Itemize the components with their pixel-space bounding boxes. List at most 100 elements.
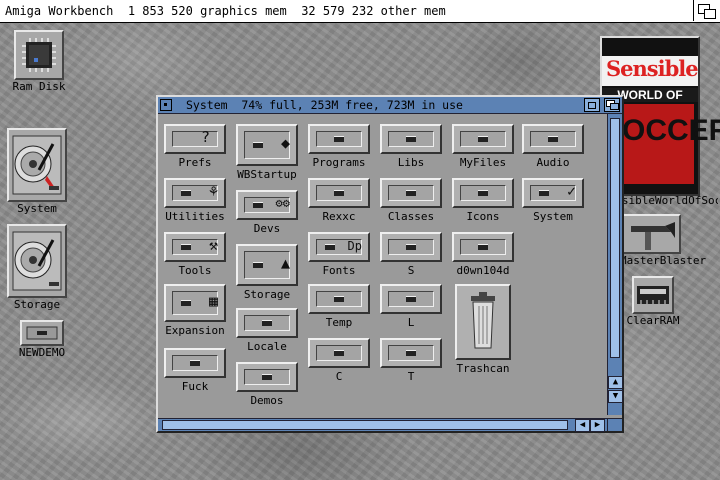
- scroll-up-icon[interactable]: ▲: [608, 376, 623, 389]
- drawer-icon: [380, 284, 442, 314]
- drawer-label: System: [533, 210, 573, 223]
- vertical-scroll-knob[interactable]: [610, 118, 620, 358]
- close-gadget-icon[interactable]: [160, 99, 172, 111]
- window-title: System 74% full, 253M free, 723M in use: [186, 98, 463, 112]
- drawer-label: Trashcan: [456, 362, 510, 375]
- drawer-icon: [236, 362, 298, 392]
- drawer-label: C: [335, 370, 343, 383]
- screen-depth-gadget[interactable]: [693, 0, 720, 21]
- drawer-icon: [522, 124, 584, 154]
- clearram-label: ClearRAM: [626, 314, 680, 327]
- newdemo-icon[interactable]: NEWDEMO: [14, 320, 70, 359]
- drawer-locale[interactable]: Locale: [236, 308, 298, 353]
- window-title-bar[interactable]: System 74% full, 253M free, 723M in use: [158, 97, 622, 114]
- drawer-label: Programs: [312, 156, 366, 169]
- drawer-icon: [308, 124, 370, 154]
- ram-disk-icon[interactable]: Ram Disk: [10, 30, 68, 93]
- drawer-label: Storage: [243, 288, 291, 301]
- drawer-prefs[interactable]: ? Prefs: [164, 124, 226, 169]
- drawer-label: Icons: [466, 210, 500, 223]
- drawer-icon: [380, 178, 442, 208]
- drawer-label: d0wn104d: [456, 264, 510, 277]
- drawer-storage[interactable]: ▲ Storage: [236, 244, 298, 301]
- drawer-label: Audio: [536, 156, 570, 169]
- screen-title-bar[interactable]: Amiga Workbench 1 853 520 graphics mem 3…: [0, 0, 720, 23]
- harddisk-icon: [7, 128, 67, 202]
- drawer-l[interactable]: L: [380, 284, 442, 329]
- zoom-gadget-icon[interactable]: [584, 98, 600, 112]
- scroll-left-icon[interactable]: ◀: [575, 419, 590, 432]
- system-check-icon: ✓: [522, 178, 584, 208]
- drawer-fonts[interactable]: Dp Fonts: [308, 232, 370, 277]
- trashcan[interactable]: Trashcan: [452, 284, 514, 375]
- horizontal-scrollbar[interactable]: ◀ ▶: [158, 418, 622, 432]
- drawer-tools[interactable]: ⚒ Tools: [164, 232, 226, 277]
- drawer-icon: [236, 308, 298, 338]
- drawer-d0wn104d[interactable]: d0wn104d: [452, 232, 514, 277]
- drawer-myfiles[interactable]: MyFiles: [452, 124, 514, 169]
- storage-disk-icon[interactable]: Storage: [4, 224, 70, 311]
- drawer-icon: [164, 348, 226, 378]
- drawer-t[interactable]: T: [380, 338, 442, 383]
- drawer-libs[interactable]: Libs: [380, 124, 442, 169]
- drawer-utilities[interactable]: ⚘ Utilities: [164, 178, 226, 223]
- horizontal-scroll-knob[interactable]: [162, 420, 568, 430]
- soccer-art-title: Sensible: [606, 56, 699, 81]
- clearram-icon[interactable]: ClearRAM: [620, 276, 686, 327]
- storage-icon: ▲: [236, 244, 298, 286]
- devs-icon: ⚙⚙: [236, 190, 298, 220]
- scroll-right-icon[interactable]: ▶: [590, 419, 605, 432]
- drawer-wbstartup[interactable]: ◆ WBStartup: [236, 124, 298, 181]
- drawer-icon: [452, 124, 514, 154]
- drawer-label: Classes: [387, 210, 435, 223]
- drawer-icon: [308, 338, 370, 368]
- prefs-icon: ?: [164, 124, 226, 154]
- hammer-icon: [621, 214, 681, 254]
- ram-disk-label: Ram Disk: [12, 80, 66, 93]
- drawer-label: Expansion: [165, 324, 225, 337]
- drawer-c[interactable]: C: [308, 338, 370, 383]
- drawer-label: Demos: [250, 394, 284, 407]
- drawer-demos[interactable]: Demos: [236, 362, 298, 407]
- drawer-temp[interactable]: Temp: [308, 284, 370, 329]
- newdemo-label: NEWDEMO: [18, 346, 66, 359]
- drawer-programs[interactable]: Programs: [308, 124, 370, 169]
- drawer-label: Locale: [247, 340, 287, 353]
- drawer-icon: [20, 320, 64, 346]
- drawer-label: S: [407, 264, 415, 277]
- drawer-label: Fuck: [181, 380, 209, 393]
- drawer-expansion[interactable]: ▦ Expansion: [164, 284, 226, 337]
- depth-gadget-icon[interactable]: [604, 98, 620, 112]
- drawer-audio[interactable]: Audio: [522, 124, 584, 169]
- drawer-icon: [308, 284, 370, 314]
- drawer-s[interactable]: S: [380, 232, 442, 277]
- drawer-icon: [452, 232, 514, 262]
- drawer-label: Prefs: [178, 156, 212, 169]
- harddisk-icon: [7, 224, 67, 298]
- drawer-label: Fonts: [322, 264, 356, 277]
- drawer-rexxc[interactable]: Rexxc: [308, 178, 370, 223]
- drawer-icon: [380, 232, 442, 262]
- drawer-icon: [380, 338, 442, 368]
- trashcan-icon: [455, 284, 511, 360]
- drawer-label: WBStartup: [237, 168, 297, 181]
- drawer-icons[interactable]: Icons: [452, 178, 514, 223]
- drawer-label: Rexxc: [322, 210, 356, 223]
- drawer-devs[interactable]: ⚙⚙ Devs: [236, 190, 298, 235]
- scroll-down-icon[interactable]: ▼: [608, 390, 623, 403]
- drawer-label: Temp: [325, 316, 353, 329]
- drawer-icon: [380, 124, 442, 154]
- window-content: ? Prefs ⚘ Utilities ⚒ Tools ▦ Expansion Fuck…: [162, 116, 602, 414]
- drawer-fuck[interactable]: Fuck: [164, 348, 226, 393]
- fonts-icon: Dp: [308, 232, 370, 262]
- drawer-label: L: [407, 316, 415, 329]
- expansion-icon: ▦: [164, 284, 226, 322]
- system-window[interactable]: System 74% full, 253M free, 723M in use …: [156, 95, 624, 433]
- vertical-scrollbar[interactable]: ▲ ▼: [607, 114, 623, 415]
- resize-gadget-icon[interactable]: [607, 419, 622, 431]
- drawer-classes[interactable]: Classes: [380, 178, 442, 223]
- system-disk-icon[interactable]: System: [4, 128, 70, 215]
- ram-module-icon: [632, 276, 674, 314]
- drawer-system[interactable]: ✓ System: [522, 178, 584, 223]
- drawer-icon: [452, 178, 514, 208]
